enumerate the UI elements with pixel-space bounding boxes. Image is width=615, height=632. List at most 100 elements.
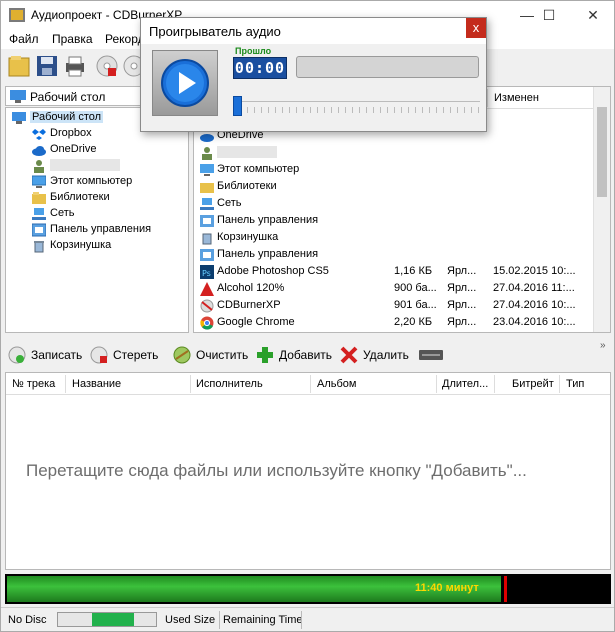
file-row[interactable]: Панель управления (194, 212, 594, 229)
file-type: Ярл... (447, 299, 477, 311)
action-toolbar: Записать Стереть Очистить Добавить Удали… (1, 340, 614, 370)
file-size: 1,16 КБ (394, 265, 433, 277)
drop-hint: Перетащите сюда файлы или используйте кн… (26, 461, 527, 480)
file-type: Ярл... (447, 282, 477, 294)
seek-slider-thumb[interactable] (233, 96, 242, 116)
tree-item-label: Dropbox (50, 127, 92, 139)
file-size: 900 ба... (394, 282, 437, 294)
file-name: Библиотеки (217, 180, 277, 192)
disc-erase-icon (90, 346, 108, 364)
capacity-limit-marker (504, 576, 507, 602)
close-button[interactable]: ✕ (576, 1, 610, 29)
print-icon[interactable] (62, 53, 88, 79)
capacity-label: 11:40 минут (415, 582, 479, 594)
remaining-time: Remaining Time (223, 614, 303, 626)
play-button[interactable] (152, 50, 218, 116)
file-list-scrollbar[interactable] (593, 87, 610, 332)
file-name (217, 146, 277, 158)
control-panel-icon (200, 249, 214, 261)
column-type[interactable]: Тип (566, 378, 584, 390)
audio-player-close-button[interactable]: x (466, 18, 486, 38)
usage-meter-fill (92, 613, 134, 626)
file-name: Панель управления (217, 214, 319, 226)
column-duration[interactable]: Длител... (442, 378, 488, 390)
folder-tree[interactable]: Рабочий стол Dropbox OneDrive Этот компь… (5, 107, 189, 333)
recycle-bin-icon (34, 241, 44, 253)
menu-record[interactable]: Рекорд (105, 32, 145, 46)
file-row[interactable]: CDBurnerXP 901 ба... Ярл... 27.04.2016 1… (194, 297, 594, 314)
tree-item-label: Рабочий стол (30, 111, 104, 123)
file-row[interactable]: Библиотеки (194, 178, 594, 195)
column-bitrate[interactable]: Битрейт (512, 378, 554, 390)
file-row[interactable]: Alcohol 120% 900 ба... Ярл... 27.04.2016… (194, 280, 594, 297)
tree-item-label: Сеть (50, 207, 75, 219)
disc-status: No Disc (8, 614, 47, 626)
desktop-icon (12, 112, 26, 124)
menu-file[interactable]: Файл (9, 32, 39, 46)
file-row[interactable] (194, 144, 594, 161)
track-table[interactable]: № трека Название Исполнитель Альбом Длит… (5, 372, 611, 570)
usage-meter (57, 612, 157, 627)
column-artist[interactable]: Исполнитель (196, 378, 263, 390)
computer-icon (32, 175, 46, 188)
seek-slider[interactable] (233, 96, 480, 116)
desktop-icon (10, 90, 26, 103)
audio-player-title: Проигрыватель аудио (149, 24, 281, 39)
open-folder-icon[interactable] (7, 53, 33, 79)
save-icon[interactable] (34, 53, 60, 79)
file-row[interactable]: Сеть (194, 195, 594, 212)
control-panel-icon (200, 215, 214, 227)
svg-text:Ps: Ps (202, 269, 211, 278)
status-bar: No Disc Used Size Remaining Time (1, 607, 614, 631)
track-table-header: № трека Название Исполнитель Альбом Длит… (6, 373, 610, 395)
tree-item-label: Этот компьютер (50, 175, 133, 187)
drive-icon[interactable] (419, 348, 443, 362)
file-type: Ярл... (447, 316, 477, 328)
scroll-thumb[interactable] (597, 107, 607, 197)
tree-item-label: Корзинушка (50, 239, 112, 251)
menu-edit[interactable]: Правка (52, 32, 93, 46)
photoshop-icon: Ps (200, 265, 214, 279)
file-row[interactable]: Корзинушка (194, 229, 594, 246)
play-icon (161, 59, 209, 107)
audio-player-titlebar: Проигрыватель аудио x (141, 18, 486, 44)
file-name: Панель управления (217, 248, 319, 260)
track-name-display (296, 56, 479, 78)
add-button-label: Добавить (279, 348, 333, 362)
tree-item-label (50, 159, 120, 171)
maximize-button[interactable]: ☐ (532, 1, 566, 29)
folder-icon (200, 183, 214, 193)
column-title[interactable]: Название (72, 378, 121, 390)
erase-button-label: Стереть (113, 348, 159, 362)
broom-icon (173, 346, 191, 364)
control-panel-icon (32, 223, 46, 237)
disc-erase-icon[interactable] (94, 53, 120, 79)
elapsed-time: 00:00 (233, 57, 287, 79)
file-name: CDBurnerXP (217, 299, 281, 311)
computer-icon (200, 164, 214, 176)
column-album[interactable]: Альбом (317, 378, 356, 390)
column-modified[interactable]: Изменен (494, 92, 539, 104)
file-size: 2,20 КБ (394, 316, 433, 328)
record-button-label: Записать (31, 348, 83, 362)
location-dropdown-value: Рабочий стол (30, 90, 106, 104)
elapsed-label: Прошло (235, 46, 272, 56)
folder-icon (32, 192, 46, 204)
file-row[interactable]: Панель управления (194, 246, 594, 263)
recycle-bin-icon (202, 233, 212, 245)
user-icon (202, 147, 212, 160)
file-size: 901 ба... (394, 299, 437, 311)
file-row[interactable]: Ps Adobe Photoshop CS5 1,16 КБ Ярл... 15… (194, 263, 594, 280)
column-track-no[interactable]: № трека (12, 378, 55, 390)
file-row[interactable]: Этот компьютер (194, 161, 594, 178)
tree-item-label: Панель управления (50, 223, 152, 235)
dropbox-icon (32, 129, 46, 140)
file-name: Сеть (217, 197, 242, 209)
overflow-chevron-icon[interactable]: » (600, 340, 606, 351)
file-row[interactable]: Google Chrome 2,20 КБ Ярл... 23.04.2016 … (194, 314, 594, 331)
file-name: Этот компьютер (217, 163, 300, 175)
disc-record-icon (8, 346, 26, 364)
network-icon (32, 208, 46, 220)
alcohol-icon (200, 282, 214, 296)
file-name: Корзинушка (217, 231, 279, 243)
